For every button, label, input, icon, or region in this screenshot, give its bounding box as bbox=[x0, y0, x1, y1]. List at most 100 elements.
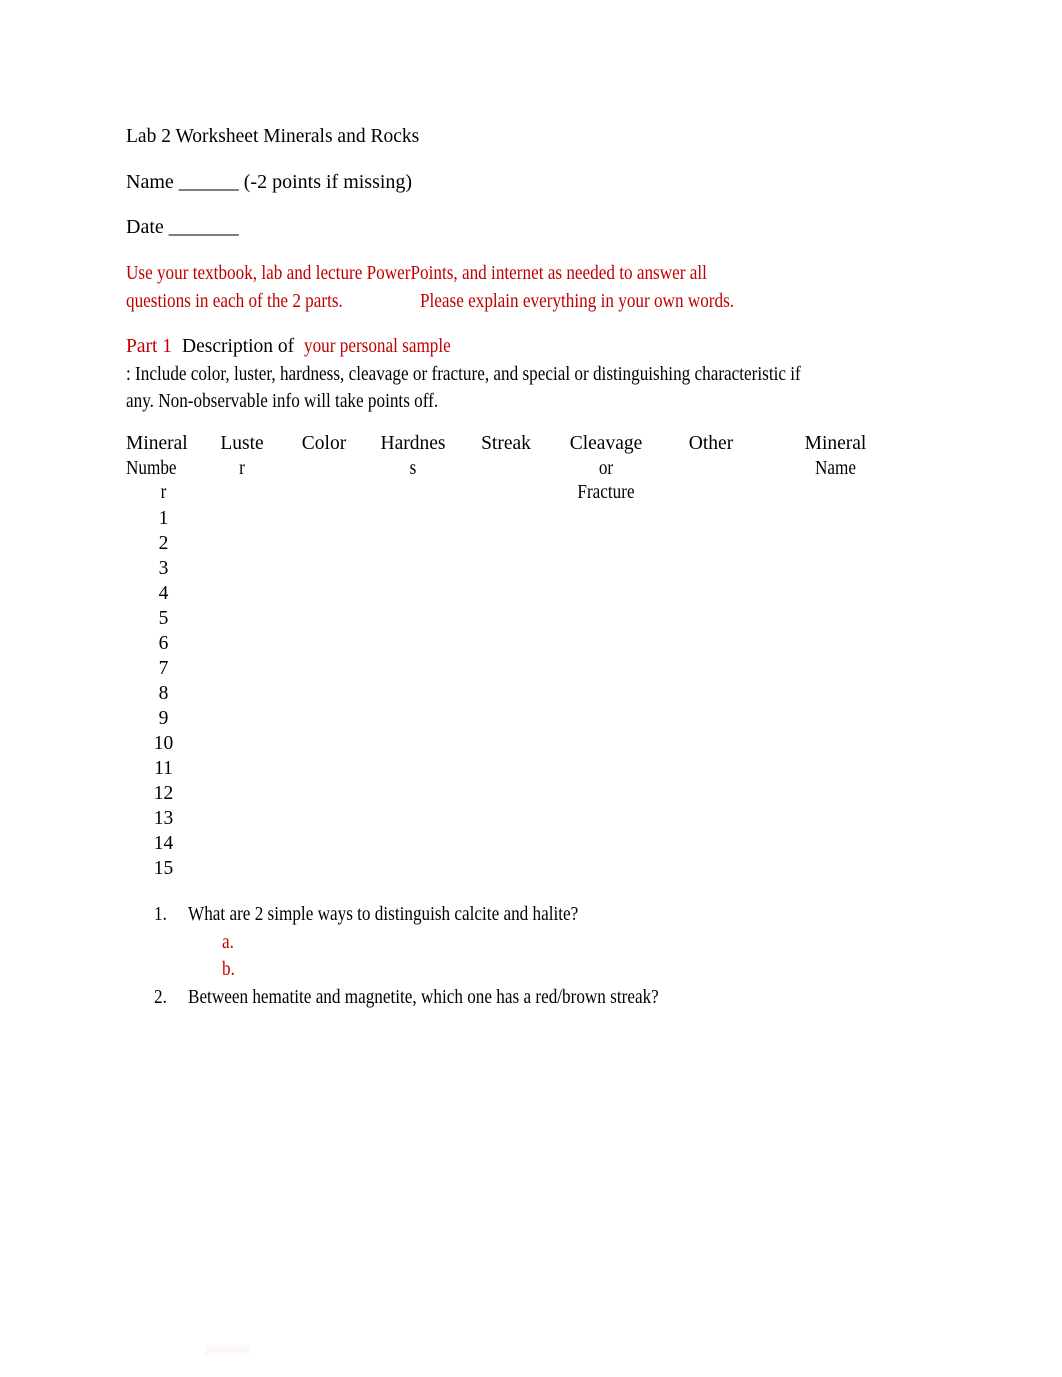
cell-mineral-name[interactable] bbox=[761, 831, 910, 856]
question-subitem[interactable]: a. bbox=[126, 929, 906, 957]
cell-mineral-name[interactable] bbox=[761, 581, 910, 606]
name-field-line[interactable]: Name ______ (-2 points if missing) bbox=[126, 170, 412, 194]
cell-streak[interactable] bbox=[461, 731, 551, 756]
date-field-line[interactable]: Date _______ bbox=[126, 215, 239, 239]
cell-streak[interactable] bbox=[461, 606, 551, 631]
cell-mineral-number[interactable]: 13 bbox=[126, 806, 201, 831]
cell-cleavage[interactable] bbox=[551, 681, 661, 706]
cell-mineral-name[interactable] bbox=[761, 756, 910, 781]
cell-mineral-name[interactable] bbox=[761, 681, 910, 706]
cell-color[interactable] bbox=[283, 781, 365, 806]
cell-mineral-number[interactable]: 15 bbox=[126, 856, 201, 881]
cell-hardness[interactable] bbox=[365, 606, 461, 631]
cell-cleavage[interactable] bbox=[551, 556, 661, 581]
cell-streak[interactable] bbox=[461, 781, 551, 806]
cell-mineral-number[interactable]: 1 bbox=[126, 506, 201, 531]
cell-cleavage[interactable] bbox=[551, 806, 661, 831]
cell-hardness[interactable] bbox=[365, 731, 461, 756]
cell-hardness[interactable] bbox=[365, 506, 461, 531]
cell-streak[interactable] bbox=[461, 656, 551, 681]
cell-luster[interactable] bbox=[201, 706, 283, 731]
cell-cleavage[interactable] bbox=[551, 506, 661, 531]
cell-color[interactable] bbox=[283, 831, 365, 856]
cell-mineral-number[interactable]: 12 bbox=[126, 781, 201, 806]
cell-mineral-number[interactable]: 4 bbox=[126, 581, 201, 606]
cell-mineral-number[interactable]: 6 bbox=[126, 631, 201, 656]
cell-streak[interactable] bbox=[461, 756, 551, 781]
cell-mineral-name[interactable] bbox=[761, 506, 910, 531]
cell-streak[interactable] bbox=[461, 831, 551, 856]
cell-other[interactable] bbox=[661, 531, 761, 556]
cell-cleavage[interactable] bbox=[551, 831, 661, 856]
cell-mineral-name[interactable] bbox=[761, 656, 910, 681]
cell-mineral-name[interactable] bbox=[761, 606, 910, 631]
cell-cleavage[interactable] bbox=[551, 531, 661, 556]
cell-mineral-name[interactable] bbox=[761, 806, 910, 831]
cell-color[interactable] bbox=[283, 856, 365, 881]
cell-luster[interactable] bbox=[201, 781, 283, 806]
cell-other[interactable] bbox=[661, 581, 761, 606]
cell-mineral-number[interactable]: 9 bbox=[126, 706, 201, 731]
cell-streak[interactable] bbox=[461, 706, 551, 731]
cell-hardness[interactable] bbox=[365, 631, 461, 656]
cell-other[interactable] bbox=[661, 831, 761, 856]
cell-hardness[interactable] bbox=[365, 656, 461, 681]
cell-luster[interactable] bbox=[201, 606, 283, 631]
cell-color[interactable] bbox=[283, 731, 365, 756]
cell-streak[interactable] bbox=[461, 681, 551, 706]
cell-mineral-number[interactable]: 11 bbox=[126, 756, 201, 781]
cell-mineral-name[interactable] bbox=[761, 731, 910, 756]
cell-mineral-number[interactable]: 10 bbox=[126, 731, 201, 756]
cell-cleavage[interactable] bbox=[551, 706, 661, 731]
cell-other[interactable] bbox=[661, 681, 761, 706]
cell-hardness[interactable] bbox=[365, 756, 461, 781]
cell-luster[interactable] bbox=[201, 506, 283, 531]
cell-cleavage[interactable] bbox=[551, 756, 661, 781]
cell-color[interactable] bbox=[283, 531, 365, 556]
cell-cleavage[interactable] bbox=[551, 631, 661, 656]
cell-luster[interactable] bbox=[201, 656, 283, 681]
cell-streak[interactable] bbox=[461, 531, 551, 556]
cell-mineral-number[interactable]: 7 bbox=[126, 656, 201, 681]
cell-luster[interactable] bbox=[201, 856, 283, 881]
cell-streak[interactable] bbox=[461, 581, 551, 606]
question-subitem[interactable]: b. bbox=[126, 956, 906, 984]
cell-mineral-name[interactable] bbox=[761, 556, 910, 581]
cell-hardness[interactable] bbox=[365, 856, 461, 881]
cell-mineral-name[interactable] bbox=[761, 856, 910, 881]
cell-other[interactable] bbox=[661, 631, 761, 656]
cell-hardness[interactable] bbox=[365, 781, 461, 806]
cell-color[interactable] bbox=[283, 656, 365, 681]
cell-other[interactable] bbox=[661, 756, 761, 781]
cell-cleavage[interactable] bbox=[551, 606, 661, 631]
cell-other[interactable] bbox=[661, 731, 761, 756]
cell-other[interactable] bbox=[661, 781, 761, 806]
cell-cleavage[interactable] bbox=[551, 731, 661, 756]
cell-color[interactable] bbox=[283, 506, 365, 531]
cell-streak[interactable] bbox=[461, 631, 551, 656]
cell-mineral-name[interactable] bbox=[761, 631, 910, 656]
cell-cleavage[interactable] bbox=[551, 781, 661, 806]
cell-other[interactable] bbox=[661, 656, 761, 681]
cell-mineral-name[interactable] bbox=[761, 531, 910, 556]
cell-other[interactable] bbox=[661, 556, 761, 581]
cell-other[interactable] bbox=[661, 806, 761, 831]
cell-streak[interactable] bbox=[461, 506, 551, 531]
cell-other[interactable] bbox=[661, 606, 761, 631]
cell-color[interactable] bbox=[283, 706, 365, 731]
cell-luster[interactable] bbox=[201, 531, 283, 556]
cell-streak[interactable] bbox=[461, 556, 551, 581]
cell-hardness[interactable] bbox=[365, 831, 461, 856]
cell-hardness[interactable] bbox=[365, 706, 461, 731]
cell-color[interactable] bbox=[283, 581, 365, 606]
cell-hardness[interactable] bbox=[365, 806, 461, 831]
cell-hardness[interactable] bbox=[365, 531, 461, 556]
cell-color[interactable] bbox=[283, 681, 365, 706]
cell-cleavage[interactable] bbox=[551, 581, 661, 606]
cell-luster[interactable] bbox=[201, 731, 283, 756]
cell-luster[interactable] bbox=[201, 831, 283, 856]
cell-streak[interactable] bbox=[461, 806, 551, 831]
cell-luster[interactable] bbox=[201, 631, 283, 656]
cell-mineral-number[interactable]: 3 bbox=[126, 556, 201, 581]
cell-mineral-number[interactable]: 8 bbox=[126, 681, 201, 706]
